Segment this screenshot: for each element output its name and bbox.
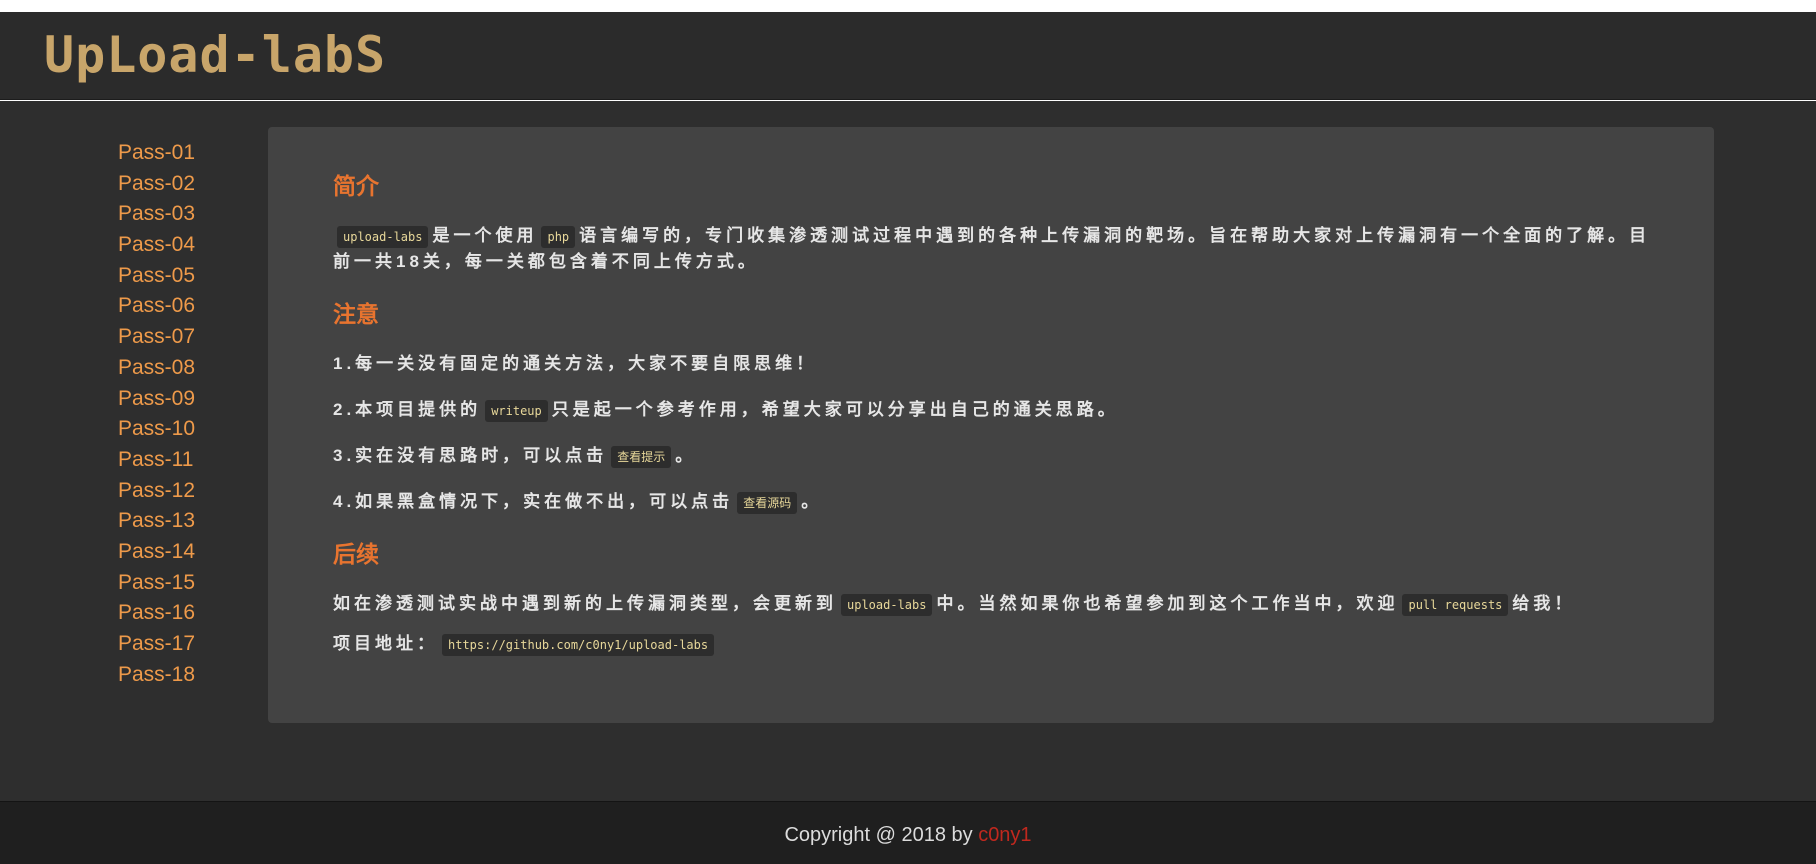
sidebar-item-pass-09[interactable]: Pass-09 bbox=[118, 384, 238, 415]
header: UpLoad-labS bbox=[0, 12, 1816, 100]
sidebar-item-pass-18[interactable]: Pass-18 bbox=[118, 660, 238, 691]
sidebar-item-pass-14[interactable]: Pass-14 bbox=[118, 537, 238, 568]
notice-item-2: 2.本项目提供的 writeup 只是起一个参考作用，希望大家可以分享出自己的通关思… bbox=[333, 397, 1653, 423]
intro-paragraph: upload-labs 是一个使用 php 语言编写的，专门收集渗透测试过程中遇到的各… bbox=[333, 223, 1653, 275]
followup-paragraph: 如在渗透测试实战中遇到新的上传漏洞类型，会更新到 upload-labs 中。当然如… bbox=[333, 591, 1653, 617]
sidebar-item-pass-01[interactable]: Pass-01 bbox=[118, 138, 238, 169]
notice-item-4: 4.如果黑盒情况下，实在做不出，可以点击 查看源码。 bbox=[333, 489, 1653, 515]
inline-code-pull-requests: pull requests bbox=[1402, 594, 1509, 616]
site-logo[interactable]: UpLoad-labS bbox=[44, 26, 386, 84]
sidebar: Pass-01 Pass-02 Pass-03 Pass-04 Pass-05 … bbox=[118, 138, 238, 690]
author-link[interactable]: c0ny1 bbox=[978, 824, 1031, 846]
sidebar-item-pass-07[interactable]: Pass-07 bbox=[118, 322, 238, 353]
sidebar-item-pass-04[interactable]: Pass-04 bbox=[118, 230, 238, 261]
notice-item-4-pre: 4.如果黑盒情况下，实在做不出，可以点击 bbox=[333, 492, 734, 511]
notice-title: 注意 bbox=[333, 301, 379, 327]
view-hint-link[interactable]: 查看提示 bbox=[611, 446, 672, 468]
followup-title: 后续 bbox=[333, 541, 379, 567]
view-source-link[interactable]: 查看源码 bbox=[737, 492, 798, 514]
copyright-text: Copyright @ 2018 by bbox=[784, 824, 979, 846]
notice-item-2-pre: 2.本项目提供的 bbox=[333, 400, 482, 419]
content-panel: 简介 upload-labs 是一个使用 php 语言编写的，专门收集渗透测试过程中遇… bbox=[268, 127, 1714, 723]
sidebar-item-pass-12[interactable]: Pass-12 bbox=[118, 476, 238, 507]
inline-code-writeup: writeup bbox=[485, 400, 548, 422]
copyright-line: Copyright @ 2018 by c0ny1 bbox=[0, 824, 1816, 847]
sidebar-item-pass-03[interactable]: Pass-03 bbox=[118, 199, 238, 230]
sidebar-item-pass-05[interactable]: Pass-05 bbox=[118, 261, 238, 292]
followup-text-3: 给我！ bbox=[1512, 594, 1576, 613]
intro-text-1: 是一个使用 bbox=[432, 226, 538, 245]
inline-code-upload-labs-2: upload-labs bbox=[841, 594, 933, 616]
sidebar-item-pass-02[interactable]: Pass-02 bbox=[118, 169, 238, 200]
sidebar-item-pass-13[interactable]: Pass-13 bbox=[118, 506, 238, 537]
notice-item-1: 1.每一关没有固定的通关方法，大家不要自限思维！ bbox=[333, 354, 818, 373]
sidebar-item-pass-11[interactable]: Pass-11 bbox=[118, 445, 238, 476]
inline-code-upload-labs: upload-labs bbox=[337, 226, 429, 248]
sidebar-item-pass-16[interactable]: Pass-16 bbox=[118, 598, 238, 629]
followup-text-2: 中。当然如果你也希望参加到这个工作当中，欢迎 bbox=[936, 594, 1399, 613]
notice-item-4-post: 。 bbox=[801, 492, 823, 511]
project-url-link[interactable]: https://github.com/c0ny1/upload-labs bbox=[442, 634, 715, 656]
notice-item-3-pre: 3.实在没有思路时，可以点击 bbox=[333, 446, 608, 465]
footer: Copyright @ 2018 by c0ny1 bbox=[0, 801, 1816, 864]
sidebar-item-pass-10[interactable]: Pass-10 bbox=[118, 414, 238, 445]
inline-code-php: php bbox=[541, 226, 576, 248]
project-address: 项目地址： https://github.com/c0ny1/upload-lab… bbox=[333, 631, 1653, 657]
sidebar-item-pass-15[interactable]: Pass-15 bbox=[118, 568, 238, 599]
intro-title: 简介 bbox=[333, 173, 379, 199]
notice-item-2-post: 只是起一个参考作用，希望大家可以分享出自己的通关思路。 bbox=[551, 400, 1119, 419]
sidebar-item-pass-06[interactable]: Pass-06 bbox=[118, 291, 238, 322]
notice-item-3-post: 。 bbox=[675, 446, 697, 465]
notice-item-3: 3.实在没有思路时，可以点击 查看提示。 bbox=[333, 443, 1653, 469]
project-address-label: 项目地址： bbox=[333, 634, 438, 653]
content-body: 简介 upload-labs 是一个使用 php 语言编写的，专门收集渗透测试过程中遇… bbox=[333, 167, 1653, 657]
sidebar-item-pass-08[interactable]: Pass-08 bbox=[118, 353, 238, 384]
sidebar-item-pass-17[interactable]: Pass-17 bbox=[118, 629, 238, 660]
followup-text-1: 如在渗透测试实战中遇到新的上传漏洞类型，会更新到 bbox=[333, 594, 837, 613]
top-strip bbox=[0, 0, 1816, 12]
